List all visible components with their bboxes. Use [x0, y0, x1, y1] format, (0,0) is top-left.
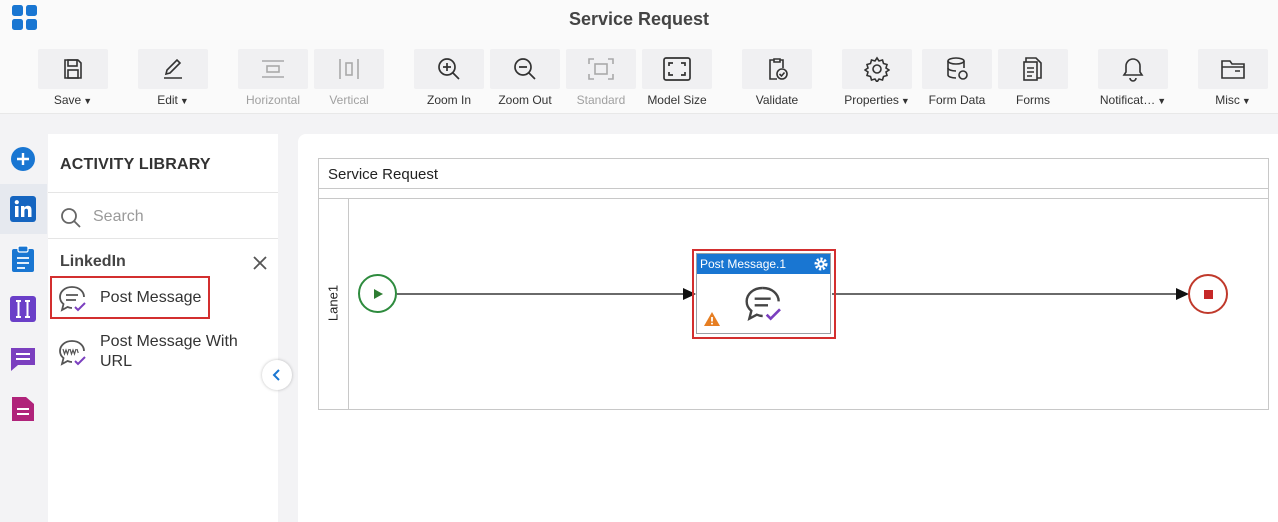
vertical-label: Vertical: [329, 93, 369, 107]
chevron-left-icon: [272, 369, 280, 381]
left-rail: [0, 134, 47, 522]
standard-label: Standard: [576, 93, 626, 107]
task-post-message[interactable]: Post Message.1: [696, 253, 831, 334]
forms-icon: [1023, 57, 1042, 81]
stop-icon: [1203, 289, 1213, 299]
horizontal-button[interactable]: Horizontal: [238, 49, 308, 109]
chevron-down-icon: ▼: [900, 96, 910, 106]
variables-icon: [10, 296, 36, 322]
gear-icon[interactable]: [814, 257, 828, 271]
bell-icon: [1122, 58, 1144, 82]
library-title: ACTIVITY LIBRARY: [60, 156, 211, 173]
warning-icon[interactable]: [703, 311, 721, 327]
misc-label: Misc: [1215, 93, 1240, 107]
pool-header: Service Request: [319, 159, 1268, 189]
post-message-icon: [745, 286, 781, 322]
zoom-out-button[interactable]: Zoom Out: [490, 49, 560, 109]
chevron-down-icon: ▼: [179, 96, 189, 106]
chevron-down-icon: ▼: [83, 96, 93, 106]
notifications-button[interactable]: Notificat… ▼: [1098, 49, 1168, 109]
library-item-label: Post Message: [100, 289, 202, 306]
lane-header[interactable]: Lane1: [319, 199, 349, 409]
notifications-label: Notificat…: [1099, 93, 1156, 107]
horizontal-layout-icon: [262, 60, 284, 78]
standard-button[interactable]: Standard: [566, 49, 636, 109]
divider: [48, 238, 278, 239]
validate-clipboard-icon: [769, 58, 788, 80]
post-message-url-icon: [59, 340, 86, 366]
rail-documents-button[interactable]: [8, 394, 38, 424]
task-header: Post Message.1: [697, 254, 830, 274]
library-item-label: Post Message With URL: [100, 333, 238, 370]
gear-icon: [864, 56, 890, 82]
post-message-icon: [59, 286, 86, 312]
plus-circle-icon: [11, 147, 35, 171]
play-icon: [373, 288, 383, 299]
folder-icon: [1221, 60, 1245, 79]
save-button[interactable]: Save ▼: [38, 49, 108, 109]
end-event[interactable]: [1188, 274, 1228, 314]
activity-library-panel: ACTIVITY LIBRARY Search LinkedIn Post Me…: [48, 134, 278, 522]
save-icon: [64, 59, 82, 79]
edit-button[interactable]: Edit ▼: [138, 49, 208, 109]
toolbar: Save ▼ Edit ▼ Horizontal Vertical Zoom In …: [0, 39, 1278, 114]
vertical-button[interactable]: Vertical: [314, 49, 384, 109]
message-icon: [11, 348, 35, 371]
form-data-button[interactable]: Form Data: [922, 49, 992, 109]
properties-label: Properties: [844, 93, 899, 107]
zoom-in-button[interactable]: Zoom In: [414, 49, 484, 109]
model-size-button[interactable]: Model Size: [642, 49, 712, 109]
zoom-in-icon: [438, 58, 460, 80]
library-item-post-message[interactable]: Post Message: [50, 276, 270, 319]
document-icon: [12, 397, 34, 421]
forms-label: Forms: [1016, 93, 1050, 107]
misc-button[interactable]: Misc ▼: [1198, 49, 1268, 109]
properties-button[interactable]: Properties ▼: [842, 49, 912, 109]
validate-button[interactable]: Validate: [742, 49, 812, 109]
library-item-post-message-with-url[interactable]: Post Message With URL: [50, 330, 270, 376]
clipboard-icon: [12, 245, 34, 272]
rail-variables-button[interactable]: [8, 294, 38, 324]
form-data-label: Form Data: [928, 93, 986, 107]
library-category-title: LinkedIn: [60, 253, 126, 270]
page-title: Service Request: [568, 9, 710, 29]
zoom-in-label: Zoom In: [426, 93, 471, 107]
search-icon: [61, 208, 81, 228]
rail-add-button[interactable]: [8, 144, 38, 174]
lane-label: Lane1: [325, 284, 341, 322]
save-label: Save: [53, 93, 82, 107]
vertical-layout-icon: [339, 59, 359, 79]
fit-screen-icon: [663, 57, 691, 81]
database-icon: [947, 57, 968, 80]
pool-title: Service Request: [328, 166, 439, 183]
task-label: Post Message.1: [700, 257, 787, 271]
zoom-out-label: Zoom Out: [498, 93, 552, 107]
validate-label: Validate: [755, 93, 799, 107]
library-search-input[interactable]: Search: [48, 193, 278, 239]
rail-linkedin-button[interactable]: [8, 194, 38, 224]
zoom-out-icon: [514, 58, 536, 80]
linkedin-icon: [10, 196, 36, 222]
title-bar: Service Request: [0, 0, 1278, 39]
search-placeholder: Search: [93, 208, 144, 225]
collapse-panel-button[interactable]: [262, 360, 292, 390]
lane-divider: [319, 198, 1268, 199]
edit-label: Edit: [157, 93, 178, 107]
forms-button[interactable]: Forms: [998, 49, 1068, 109]
close-icon[interactable]: [251, 254, 269, 272]
pencil-icon: [164, 58, 182, 79]
rail-clipboard-button[interactable]: [8, 244, 38, 274]
model-size-label: Model Size: [647, 93, 707, 107]
start-event[interactable]: [358, 274, 397, 313]
horizontal-label: Horizontal: [245, 93, 301, 107]
rail-messages-button[interactable]: [8, 344, 38, 374]
standard-size-icon: [588, 58, 614, 80]
chevron-down-icon: ▼: [1157, 96, 1167, 106]
chevron-down-icon: ▼: [1241, 96, 1251, 106]
